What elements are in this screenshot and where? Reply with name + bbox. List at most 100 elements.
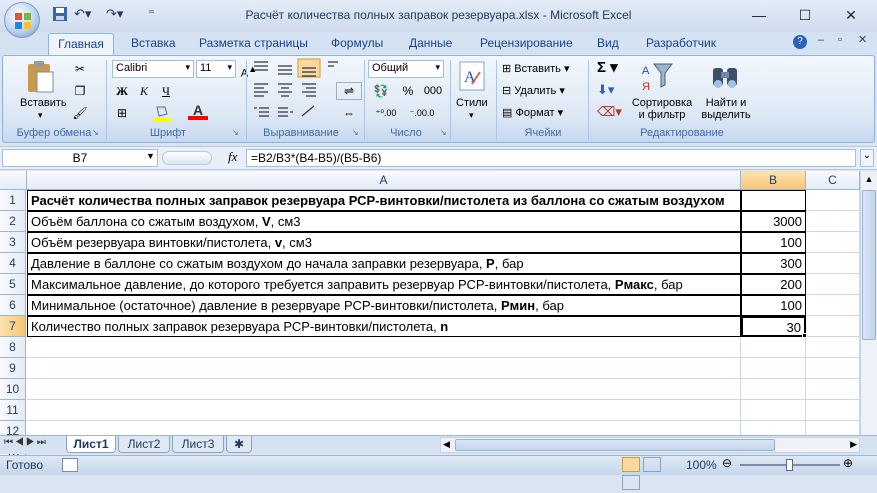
select-all-corner[interactable] bbox=[0, 171, 27, 190]
sort-filter-icon[interactable]: АЯ bbox=[640, 60, 674, 94]
cell-b11[interactable] bbox=[741, 400, 806, 421]
cell-a4[interactable]: Давление в баллоне со сжатым воздухом до… bbox=[27, 253, 741, 274]
scroll-up-icon[interactable]: ▲ bbox=[861, 171, 877, 188]
cell-b8[interactable] bbox=[741, 337, 806, 358]
normal-view-icon[interactable] bbox=[622, 457, 640, 472]
insert-function-button[interactable]: fx bbox=[228, 149, 237, 165]
vertical-scrollbar[interactable]: ▲ bbox=[860, 171, 877, 435]
cell-a3[interactable]: Объём резервуара винтовки/пистолета, v, … bbox=[27, 232, 741, 253]
number-format-combo[interactable]: Общий ▾ bbox=[368, 60, 444, 78]
cell-a6[interactable]: Минимальное (остаточное) давление в резе… bbox=[27, 295, 741, 316]
cell-a9[interactable] bbox=[27, 358, 741, 379]
fill-color-icon[interactable] bbox=[152, 104, 176, 122]
column-header-c[interactable]: C bbox=[806, 171, 860, 190]
name-box[interactable]: B7 bbox=[2, 149, 158, 167]
insert-sheet-icon[interactable]: ✱ bbox=[226, 436, 252, 453]
cell-b10[interactable] bbox=[741, 379, 806, 400]
cell-b6[interactable]: 100 bbox=[741, 295, 806, 316]
zoom-level[interactable]: 100% bbox=[686, 458, 717, 472]
ribbon-minimize-icon[interactable]: – bbox=[818, 34, 824, 46]
font-size-combo[interactable]: 11 ▾ bbox=[196, 60, 236, 78]
macro-record-icon[interactable] bbox=[62, 458, 78, 472]
zoom-slider-thumb[interactable] bbox=[786, 459, 793, 471]
row-header[interactable]: 6 bbox=[0, 295, 26, 316]
cell-c7[interactable] bbox=[806, 316, 860, 337]
cell-b9[interactable] bbox=[741, 358, 806, 379]
cell-a8[interactable] bbox=[27, 337, 741, 358]
paste-button[interactable]: Вставить bbox=[20, 97, 67, 109]
minimize-button[interactable]: — bbox=[736, 0, 782, 30]
row-header[interactable]: 1 bbox=[0, 190, 26, 211]
cell-a10[interactable] bbox=[27, 379, 741, 400]
format-painter-icon[interactable]: 🖌 bbox=[70, 104, 90, 122]
row-header[interactable]: 3 bbox=[0, 232, 26, 253]
row-header[interactable]: 7 bbox=[0, 316, 26, 337]
decrease-decimal-icon[interactable]: ⁻.00.0 bbox=[406, 104, 438, 122]
number-launcher-icon[interactable]: ↘ bbox=[440, 128, 447, 137]
sheet-tab-1[interactable]: Лист1 bbox=[66, 436, 116, 453]
vertical-scroll-thumb[interactable] bbox=[862, 190, 876, 340]
page-layout-view-icon[interactable] bbox=[643, 457, 662, 472]
borders-icon[interactable]: ⊞ bbox=[112, 104, 132, 122]
cell-c6[interactable] bbox=[806, 295, 860, 316]
row-header[interactable]: 5 bbox=[0, 274, 26, 295]
tab-view[interactable]: Вид bbox=[597, 36, 619, 54]
name-box-dropdown-icon[interactable]: ▼ bbox=[146, 151, 155, 161]
bold-button[interactable]: Ж bbox=[112, 82, 132, 100]
sheet-nav-icon[interactable]: ⏮◀▶⏭ bbox=[4, 437, 48, 448]
formula-input[interactable]: =B2/B3*(B4-B5)/(B5-B6) bbox=[246, 149, 856, 167]
find-select-button[interactable]: Найти и выделить bbox=[696, 97, 756, 121]
styles-button[interactable]: Стили bbox=[456, 97, 488, 109]
delete-cells-button[interactable]: ⊟ Удалить ▾ bbox=[502, 84, 565, 97]
zoom-slider[interactable] bbox=[740, 459, 840, 471]
find-select-icon[interactable] bbox=[710, 60, 740, 94]
cell-a7[interactable]: Количество полных заправок резервуара РС… bbox=[27, 316, 741, 337]
cell-b1[interactable] bbox=[741, 190, 806, 211]
alignment-launcher-icon[interactable]: ↘ bbox=[352, 128, 359, 137]
font-color-icon[interactable]: A bbox=[188, 102, 208, 122]
horizontal-scrollbar[interactable]: ◀ ▶ bbox=[440, 437, 860, 453]
cell-b7[interactable]: 30 bbox=[741, 316, 806, 337]
tab-formulas[interactable]: Формулы bbox=[331, 36, 383, 54]
insert-cells-button[interactable]: ⊞ Вставить ▾ bbox=[502, 62, 570, 75]
cell-c2[interactable] bbox=[806, 211, 860, 232]
cell-a2[interactable]: Объём баллона со сжатым воздухом, V, см3 bbox=[27, 211, 741, 232]
clipboard-launcher-icon[interactable]: ↘ bbox=[92, 128, 99, 137]
cell-a5[interactable]: Максимальное давление, до которого требу… bbox=[27, 274, 741, 295]
increase-decimal-icon[interactable]: ⁺⁰.00 bbox=[370, 104, 402, 122]
sheet-tab-3[interactable]: Лист3 bbox=[172, 436, 224, 453]
row-header[interactable]: 4 bbox=[0, 253, 26, 274]
page-break-view-icon[interactable] bbox=[622, 475, 640, 490]
autosum-icon[interactable]: Σ ▾ bbox=[597, 58, 618, 76]
wrap-text-icon[interactable]: ⇌ bbox=[336, 82, 362, 100]
cell-c8[interactable] bbox=[806, 337, 860, 358]
fill-icon[interactable]: ⬇▾ bbox=[597, 82, 614, 98]
scroll-right-icon[interactable]: ▶ bbox=[850, 439, 857, 450]
cell-c3[interactable] bbox=[806, 232, 860, 253]
zoom-in-icon[interactable]: ⊕ bbox=[843, 456, 853, 470]
row-header[interactable]: 2 bbox=[0, 211, 26, 232]
row-header[interactable]: 11 bbox=[0, 400, 26, 421]
paste-dropdown-icon[interactable]: ▾ bbox=[38, 110, 43, 121]
close-button[interactable]: ✕ bbox=[828, 0, 874, 30]
horizontal-scroll-thumb[interactable] bbox=[455, 439, 775, 451]
zoom-out-icon[interactable]: ⊖ bbox=[722, 456, 732, 470]
help-icon[interactable]: ? bbox=[793, 35, 807, 49]
styles-icon[interactable]: A bbox=[458, 60, 488, 94]
clear-icon[interactable]: ⌫▾ bbox=[597, 104, 622, 120]
tab-developer[interactable]: Разработчик bbox=[646, 36, 716, 54]
tab-home[interactable]: Главная bbox=[48, 33, 114, 56]
formula-bar-resize-handle[interactable] bbox=[162, 151, 212, 165]
row-header[interactable]: 8 bbox=[0, 337, 26, 358]
format-cells-button[interactable]: ▤ Формат ▾ bbox=[502, 106, 563, 119]
currency-icon[interactable]: 💱 bbox=[368, 82, 394, 100]
cell-c1[interactable] bbox=[806, 190, 860, 211]
tab-insert[interactable]: Вставка bbox=[131, 36, 176, 54]
cell-c10[interactable] bbox=[806, 379, 860, 400]
copy-icon[interactable]: ❐ bbox=[70, 82, 90, 100]
cell-a11[interactable] bbox=[27, 400, 741, 421]
sheet-tab-2[interactable]: Лист2 bbox=[118, 436, 170, 453]
cell-b3[interactable]: 100 bbox=[741, 232, 806, 253]
thousands-separator-icon[interactable]: 000 bbox=[420, 82, 446, 100]
sort-filter-button[interactable]: Сортировка и фильтр bbox=[628, 97, 696, 121]
